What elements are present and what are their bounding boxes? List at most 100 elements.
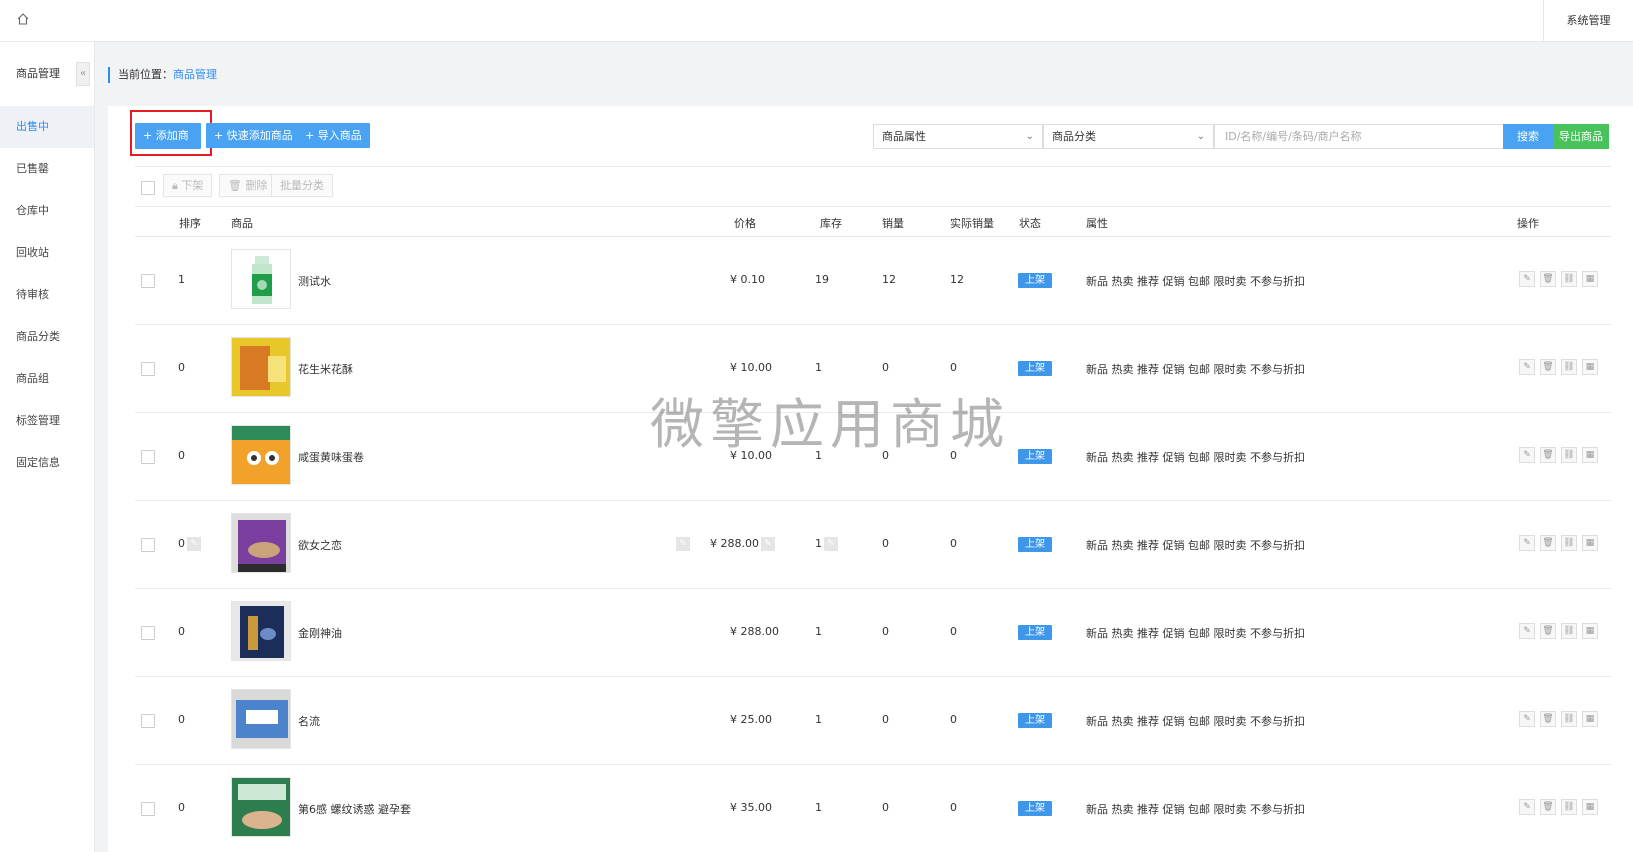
link-icon[interactable]: ⛓: [1561, 799, 1577, 815]
qrcode-icon[interactable]: ▦: [1582, 623, 1598, 639]
row-checkbox[interactable]: [141, 538, 155, 552]
product-name[interactable]: 第6感 螺纹诱惑 避孕套: [298, 801, 411, 817]
sidebar-item-categories[interactable]: 商品分类: [0, 316, 94, 358]
edit-icon[interactable]: ✎: [1519, 447, 1535, 463]
sidebar-item-pending-review[interactable]: 待审核: [0, 274, 94, 316]
column-real-sales[interactable]: 实际销量: [950, 215, 994, 231]
row-attributes[interactable]: 新品 热卖 推荐 促销 包邮 限时卖 不参与折扣: [1086, 537, 1305, 553]
status-badge[interactable]: 上架: [1018, 713, 1052, 728]
search-input[interactable]: ID/名称/编号/条码/商户名称: [1214, 124, 1504, 149]
qrcode-icon[interactable]: ▦: [1582, 799, 1598, 815]
quick-add-product-button[interactable]: + 快速添加商品: [206, 123, 301, 148]
row-stock[interactable]: 1: [815, 801, 822, 814]
import-product-button[interactable]: + 导入商品: [297, 123, 370, 148]
status-badge[interactable]: 上架: [1018, 361, 1052, 376]
sidebar-item-on-sale[interactable]: 出售中: [0, 106, 94, 148]
home-icon[interactable]: [16, 12, 32, 28]
edit-icon[interactable]: ✎: [1519, 271, 1535, 287]
row-sort[interactable]: 0: [178, 625, 185, 638]
product-name[interactable]: 测试水: [298, 273, 331, 289]
row-attributes[interactable]: 新品 热卖 推荐 促销 包邮 限时卖 不参与折扣: [1086, 625, 1305, 641]
column-stock[interactable]: 库存: [820, 215, 842, 231]
row-checkbox[interactable]: [141, 274, 155, 288]
row-attributes[interactable]: 新品 热卖 推荐 促销 包邮 限时卖 不参与折扣: [1086, 713, 1305, 729]
product-name[interactable]: 金刚神油: [298, 625, 342, 641]
sidebar-item-tags[interactable]: 标签管理: [0, 400, 94, 442]
pencil-icon[interactable]: ✎: [187, 537, 201, 551]
link-icon[interactable]: ⛓: [1561, 271, 1577, 287]
row-checkbox[interactable]: [141, 626, 155, 640]
row-stock[interactable]: 19: [815, 273, 829, 286]
select-all-checkbox[interactable]: [141, 181, 155, 195]
row-attributes[interactable]: 新品 热卖 推荐 促销 包邮 限时卖 不参与折扣: [1086, 801, 1305, 817]
product-name-link[interactable]: 欲女之恋: [298, 537, 342, 553]
pencil-icon[interactable]: ✎: [760, 537, 775, 551]
row-checkbox[interactable]: [141, 362, 155, 376]
qrcode-icon[interactable]: ▦: [1582, 535, 1598, 551]
product-thumbnail[interactable]: [231, 249, 291, 309]
delete-button[interactable]: 🗑︎ 删除: [219, 174, 277, 197]
offshelf-button[interactable]: 🔒︎ 下架: [163, 174, 213, 197]
row-price[interactable]: ¥ 288.00: [710, 537, 759, 550]
pencil-icon[interactable]: ✎: [824, 537, 838, 551]
row-price[interactable]: ¥ 35.00: [730, 801, 772, 814]
qrcode-icon[interactable]: ▦: [1582, 359, 1598, 375]
status-badge[interactable]: 上架: [1018, 273, 1052, 288]
column-sort[interactable]: 排序: [179, 215, 201, 231]
qrcode-icon[interactable]: ▦: [1582, 711, 1598, 727]
link-icon[interactable]: ⛓: [1561, 359, 1577, 375]
sidebar-item-sold-out[interactable]: 已售罄: [0, 148, 94, 190]
status-badge[interactable]: 上架: [1018, 625, 1052, 640]
link-icon[interactable]: ⛓: [1561, 447, 1577, 463]
row-stock[interactable]: 1: [815, 713, 822, 726]
row-price[interactable]: ¥ 25.00: [730, 713, 772, 726]
sidebar-item-recycle-bin[interactable]: 回收站: [0, 232, 94, 274]
row-attributes[interactable]: 新品 热卖 推荐 促销 包邮 限时卖 不参与折扣: [1086, 361, 1305, 377]
row-checkbox[interactable]: [141, 802, 155, 816]
row-sort[interactable]: 1: [178, 273, 185, 286]
trash-icon[interactable]: 🗑︎: [1540, 623, 1556, 639]
row-attributes[interactable]: 新品 热卖 推荐 促销 包邮 限时卖 不参与折扣: [1086, 273, 1305, 289]
product-thumbnail[interactable]: [231, 777, 291, 837]
row-checkbox[interactable]: [141, 450, 155, 464]
trash-icon[interactable]: 🗑︎: [1540, 799, 1556, 815]
pencil-icon[interactable]: ✎: [676, 537, 690, 551]
link-icon[interactable]: ⛓: [1561, 535, 1577, 551]
row-sort[interactable]: 0: [178, 713, 185, 726]
column-sales[interactable]: 销量: [882, 215, 904, 231]
edit-icon[interactable]: ✎: [1519, 359, 1535, 375]
status-badge[interactable]: 上架: [1018, 537, 1052, 552]
product-thumbnail[interactable]: [231, 337, 291, 397]
sidebar-item-warehouse[interactable]: 仓库中: [0, 190, 94, 232]
edit-icon[interactable]: ✎: [1519, 535, 1535, 551]
row-sort[interactable]: 0: [178, 537, 185, 550]
edit-icon[interactable]: ✎: [1519, 623, 1535, 639]
product-thumbnail[interactable]: [231, 513, 291, 573]
row-stock[interactable]: 1: [815, 625, 822, 638]
trash-icon[interactable]: 🗑︎: [1540, 711, 1556, 727]
category-select[interactable]: 商品分类 ⌄: [1043, 124, 1214, 149]
trash-icon[interactable]: 🗑︎: [1540, 271, 1556, 287]
row-checkbox[interactable]: [141, 714, 155, 728]
status-badge[interactable]: 上架: [1018, 801, 1052, 816]
product-name[interactable]: 名流: [298, 713, 320, 729]
row-price[interactable]: ¥ 288.00: [730, 625, 779, 638]
qrcode-icon[interactable]: ▦: [1582, 271, 1598, 287]
export-button[interactable]: 导出商品: [1553, 124, 1609, 149]
row-price[interactable]: ¥ 0.10: [730, 273, 765, 286]
batch-category-button[interactable]: 批量分类: [271, 174, 333, 197]
row-stock[interactable]: 1: [815, 537, 822, 550]
row-sort[interactable]: 0: [178, 449, 185, 462]
column-price[interactable]: 价格: [734, 215, 756, 231]
row-price[interactable]: ¥ 10.00: [730, 361, 772, 374]
sidebar-item-groups[interactable]: 商品组: [0, 358, 94, 400]
trash-icon[interactable]: 🗑︎: [1540, 535, 1556, 551]
trash-icon[interactable]: 🗑︎: [1540, 447, 1556, 463]
product-thumbnail[interactable]: [231, 601, 291, 661]
product-name[interactable]: 咸蛋黄味蛋卷: [298, 449, 364, 465]
row-sort[interactable]: 0: [178, 801, 185, 814]
product-name[interactable]: 花生米花酥: [298, 361, 353, 377]
product-thumbnail[interactable]: [231, 425, 291, 485]
row-sort[interactable]: 0: [178, 361, 185, 374]
row-attributes[interactable]: 新品 热卖 推荐 促销 包邮 限时卖 不参与折扣: [1086, 449, 1305, 465]
